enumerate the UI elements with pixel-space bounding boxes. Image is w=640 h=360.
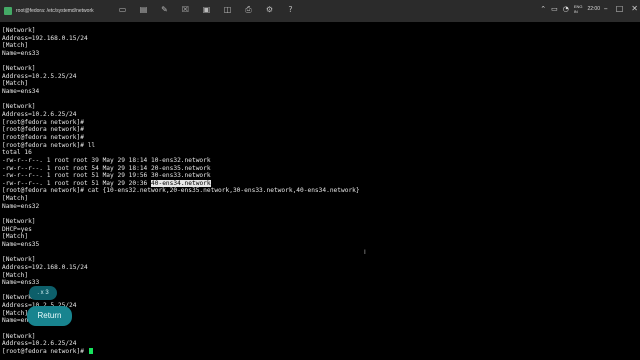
terminal-cursor <box>88 347 93 354</box>
terminal-line: -rw-r--r--. 1 root root 54 May 29 18:14 … <box>2 164 211 172</box>
taskbar-icons: ▭ ▤ ✎ ☒ ▣ ◫ ⎙ ⚙ ? <box>118 5 295 14</box>
window-titlebar: root@fedora: /etc/systemd/network ▭ ▤ ✎ … <box>0 0 640 22</box>
keypress-return-bubble: Return <box>27 306 72 326</box>
window-controls: – □ ✕ <box>604 4 638 13</box>
terminal-line: [Network] <box>2 256 36 264</box>
terminal-line: Name=ens34 <box>2 88 40 96</box>
selected-filename: 40-ens34.network <box>151 179 211 187</box>
terminal-line: [root@fedora network]# cat {10-ens32.net… <box>2 187 360 195</box>
language-bottom: IN <box>573 9 578 14</box>
close-box-icon[interactable]: ☒ <box>181 5 190 14</box>
terminal-line: Name=ens35 <box>2 240 40 248</box>
terminal-line: Name=ens34 <box>2 317 40 325</box>
terminal-line: [root@fedora network]# <box>2 118 84 126</box>
terminal-line: [root@fedora network]# <box>2 126 84 134</box>
terminal-line: [root@fedora network]# ll <box>2 141 96 149</box>
terminal-line: -rw-r--r--. 1 root root 39 May 29 18:14 … <box>2 156 211 164</box>
terminal-icon[interactable]: ▭ <box>118 5 127 14</box>
terminal-line: Address=192.168.0.15/24 <box>2 34 88 42</box>
terminal-line: [Network] <box>2 27 36 34</box>
terminal-line: [Match] <box>2 309 29 317</box>
terminal-line: [Network] <box>2 218 36 226</box>
language-indicator[interactable]: ENG IN <box>574 4 583 14</box>
terminal-line: DHCP=yes <box>2 225 32 233</box>
terminal-line: Name=ens32 <box>2 202 40 210</box>
terminal-app-icon <box>4 7 12 15</box>
terminal-line: [Network] <box>2 103 36 111</box>
terminal-line: total 16 <box>2 149 32 157</box>
view-icon[interactable]: ◫ <box>223 5 232 14</box>
terminal-line: [Match] <box>2 195 29 203</box>
chevron-up-icon[interactable]: ⌃ <box>540 5 546 13</box>
settings-icon[interactable]: ⚙ <box>265 5 274 14</box>
keypress-count-bubble: . x 3 <box>29 286 57 300</box>
terminal-line: Name=ens33 <box>2 279 40 287</box>
terminal-line: [Match] <box>2 233 29 241</box>
system-tray: ⌃ ▭ ◔ ENG IN 22:00 <box>540 4 600 14</box>
window-title: root@fedora: /etc/systemd/network <box>16 8 94 14</box>
terminal-line: Address=10.2.6.25/24 <box>2 111 77 119</box>
maximize-icon[interactable]: □ <box>616 4 624 13</box>
mouse-cursor-icon: I <box>364 249 366 256</box>
terminal-line: -rw-r--r--. 1 root root 51 May 29 19:56 … <box>2 172 211 180</box>
volume-icon[interactable]: ◔ <box>563 5 569 13</box>
terminal-line: [Network] <box>2 65 36 73</box>
terminal-line: [Network] <box>2 332 36 340</box>
terminal-line: [root@fedora network]# <box>2 133 84 141</box>
terminal-line: Address=10.2.5.25/24 <box>2 302 638 310</box>
close-icon[interactable]: ✕ <box>631 4 638 13</box>
terminal-line: [Match] <box>2 80 29 88</box>
terminal-output[interactable]: [Network] Address=192.168.0.15/24 [Match] N… <box>2 27 638 356</box>
minimize-icon[interactable]: – <box>604 4 608 13</box>
terminal-line: [root@fedora network]# <box>2 347 638 356</box>
image-icon[interactable]: ▣ <box>202 5 211 14</box>
terminal-line: Name=ens33 <box>2 49 40 57</box>
terminal-line: -rw-r--r--. 1 root root 51 May 29 20:36 … <box>2 179 211 187</box>
print-icon[interactable]: ⎙ <box>244 5 253 14</box>
network-icon[interactable]: ▭ <box>551 5 558 13</box>
terminal-line: [Network] <box>2 294 36 302</box>
help-icon[interactable]: ? <box>286 5 295 14</box>
clock[interactable]: 22:00 <box>587 6 600 12</box>
terminal-line: Address=10.2.6.25/24 <box>2 340 77 348</box>
terminal-line: [Match] <box>2 271 29 279</box>
terminal-line: [Match] <box>2 42 29 50</box>
edit-icon[interactable]: ✎ <box>160 5 169 14</box>
terminal-line: Address=10.2.5.25/24 <box>2 72 77 80</box>
terminal-line: Address=192.168.0.15/24 <box>2 263 88 271</box>
folder-icon[interactable]: ▤ <box>139 5 148 14</box>
